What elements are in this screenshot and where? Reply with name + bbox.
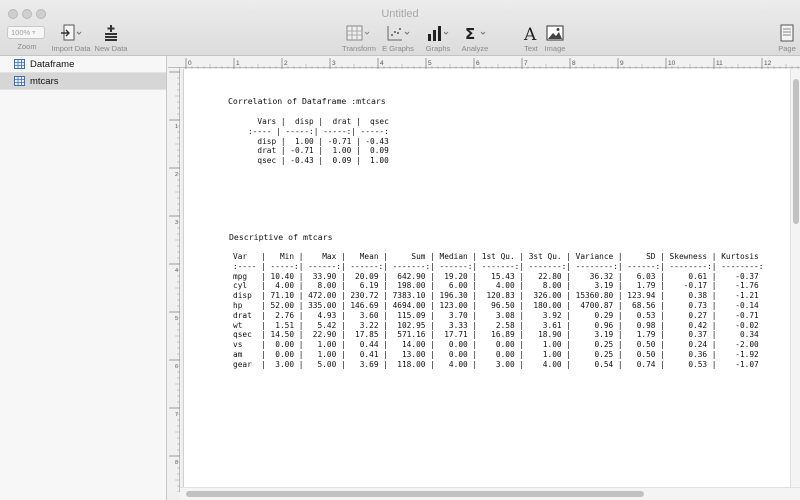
ruler-tick-label: 1 bbox=[175, 124, 178, 130]
ruler-tick-label: 3 bbox=[332, 60, 336, 67]
vertical-scroll-thumb[interactable] bbox=[793, 79, 799, 224]
transform-icon bbox=[346, 25, 370, 41]
e-graphs-icon bbox=[387, 26, 410, 41]
ruler-tick-label: 8 bbox=[175, 460, 178, 466]
text-button[interactable]: A Text bbox=[520, 22, 542, 53]
new-data-label: New Data bbox=[94, 44, 128, 53]
ruler-tick-label: 11 bbox=[716, 60, 723, 67]
window-title: Untitled bbox=[381, 8, 419, 20]
e-graphs-button[interactable]: E Graphs bbox=[381, 22, 415, 53]
horizontal-scrollbar[interactable] bbox=[180, 487, 800, 500]
sidebar-item-dataframe[interactable]: Dataframe bbox=[0, 56, 166, 73]
ruler-tick-label: 10 bbox=[668, 60, 676, 67]
ruler-tick-label: 4 bbox=[175, 268, 178, 274]
descriptive-table: Var | Min | Max | Mean | Sum | Median | … bbox=[233, 252, 764, 369]
vertical-scrollbar[interactable] bbox=[790, 69, 800, 487]
import-data-icon bbox=[61, 24, 82, 41]
transform-label: Transform bbox=[342, 44, 376, 53]
image-label: Image bbox=[544, 44, 566, 53]
horizontal-ruler-ticks: 0 1 2 3 4 5 6 7 8 9 10 11 12 bbox=[185, 58, 799, 69]
sigma-icon: Σ bbox=[465, 25, 486, 42]
chevron-down-icon: ▿ bbox=[32, 30, 36, 36]
zoom-control[interactable]: 100% ▿ Zoom bbox=[7, 22, 47, 51]
ruler-tick-label: 1 bbox=[236, 60, 240, 67]
graphs-button[interactable]: Graphs bbox=[422, 22, 454, 53]
e-graphs-label: E Graphs bbox=[382, 44, 414, 53]
ruler-tick-label: 7 bbox=[175, 412, 178, 418]
ruler-tick-label: 6 bbox=[175, 364, 178, 370]
ruler-tick-label: 5 bbox=[428, 60, 432, 67]
ruler-tick-label: 2 bbox=[175, 172, 178, 178]
sidebar-item-label: Dataframe bbox=[30, 58, 75, 70]
ruler-tick-label: 12 bbox=[764, 60, 772, 67]
vertical-ruler-ticks: 1 2 3 4 5 6 7 8 bbox=[169, 71, 180, 493]
analyze-label: Analyze bbox=[461, 44, 489, 53]
image-icon bbox=[546, 25, 564, 41]
horizontal-ruler[interactable]: 0 1 2 3 4 5 6 7 8 9 10 11 12 bbox=[168, 56, 800, 69]
descriptive-title: Descriptive of mtcars bbox=[229, 232, 333, 242]
transform-button[interactable]: Transform bbox=[340, 22, 378, 53]
ruler-tick-label: 6 bbox=[476, 60, 480, 67]
ruler-tick-label: 4 bbox=[380, 60, 384, 67]
sidebar-item-label: mtcars bbox=[30, 75, 59, 87]
document-page[interactable]: Correlation of Dataframe :mtcars Vars | … bbox=[183, 69, 790, 487]
image-button[interactable]: Image bbox=[543, 22, 567, 53]
correlation-table: Vars | disp | drat | qsec :---- | -----:… bbox=[248, 117, 389, 166]
horizontal-scroll-thumb[interactable] bbox=[186, 491, 644, 497]
page-icon bbox=[780, 24, 794, 42]
graphs-label: Graphs bbox=[425, 44, 451, 53]
ruler-tick-label: 3 bbox=[175, 220, 178, 226]
app-window: Untitled 100% ▿ Zoom Import Data New Dat… bbox=[0, 0, 800, 500]
new-data-icon bbox=[105, 25, 117, 41]
text-label: Text bbox=[524, 44, 538, 53]
svg-text:A: A bbox=[523, 25, 537, 42]
correlation-title: Correlation of Dataframe :mtcars bbox=[228, 96, 386, 106]
new-data-button[interactable]: New Data bbox=[94, 22, 128, 53]
page-label: Page bbox=[778, 44, 796, 53]
table-grid-icon bbox=[14, 59, 25, 69]
sidebar: Dataframe mtcars bbox=[0, 56, 167, 500]
text-icon: A bbox=[523, 25, 537, 42]
vertical-ruler[interactable]: 1 2 3 4 5 6 7 8 bbox=[168, 68, 180, 493]
svg-text:Σ: Σ bbox=[465, 25, 475, 42]
ruler-tick-label: 9 bbox=[620, 60, 624, 67]
ruler-tick-label: 5 bbox=[175, 316, 178, 322]
page-button[interactable]: Page bbox=[774, 22, 800, 53]
table-grid-icon bbox=[14, 76, 25, 86]
import-data-button[interactable]: Import Data bbox=[50, 22, 92, 53]
zoom-select[interactable]: 100% ▿ bbox=[7, 26, 45, 39]
import-data-label: Import Data bbox=[51, 44, 91, 53]
ruler-tick-label: 2 bbox=[284, 60, 288, 67]
zoom-label: Zoom bbox=[17, 42, 37, 51]
analyze-button[interactable]: Σ Analyze bbox=[459, 22, 491, 53]
sidebar-item-mtcars[interactable]: mtcars bbox=[0, 73, 166, 90]
ruler-tick-label: 8 bbox=[572, 60, 576, 67]
title-bar: Untitled 100% ▿ Zoom Import Data New Dat… bbox=[0, 0, 800, 56]
zoom-value: 100% bbox=[11, 28, 31, 37]
ruler-tick-label: 0 bbox=[188, 60, 192, 67]
bar-chart-icon bbox=[428, 26, 449, 41]
ruler-tick-label: 7 bbox=[524, 60, 528, 67]
